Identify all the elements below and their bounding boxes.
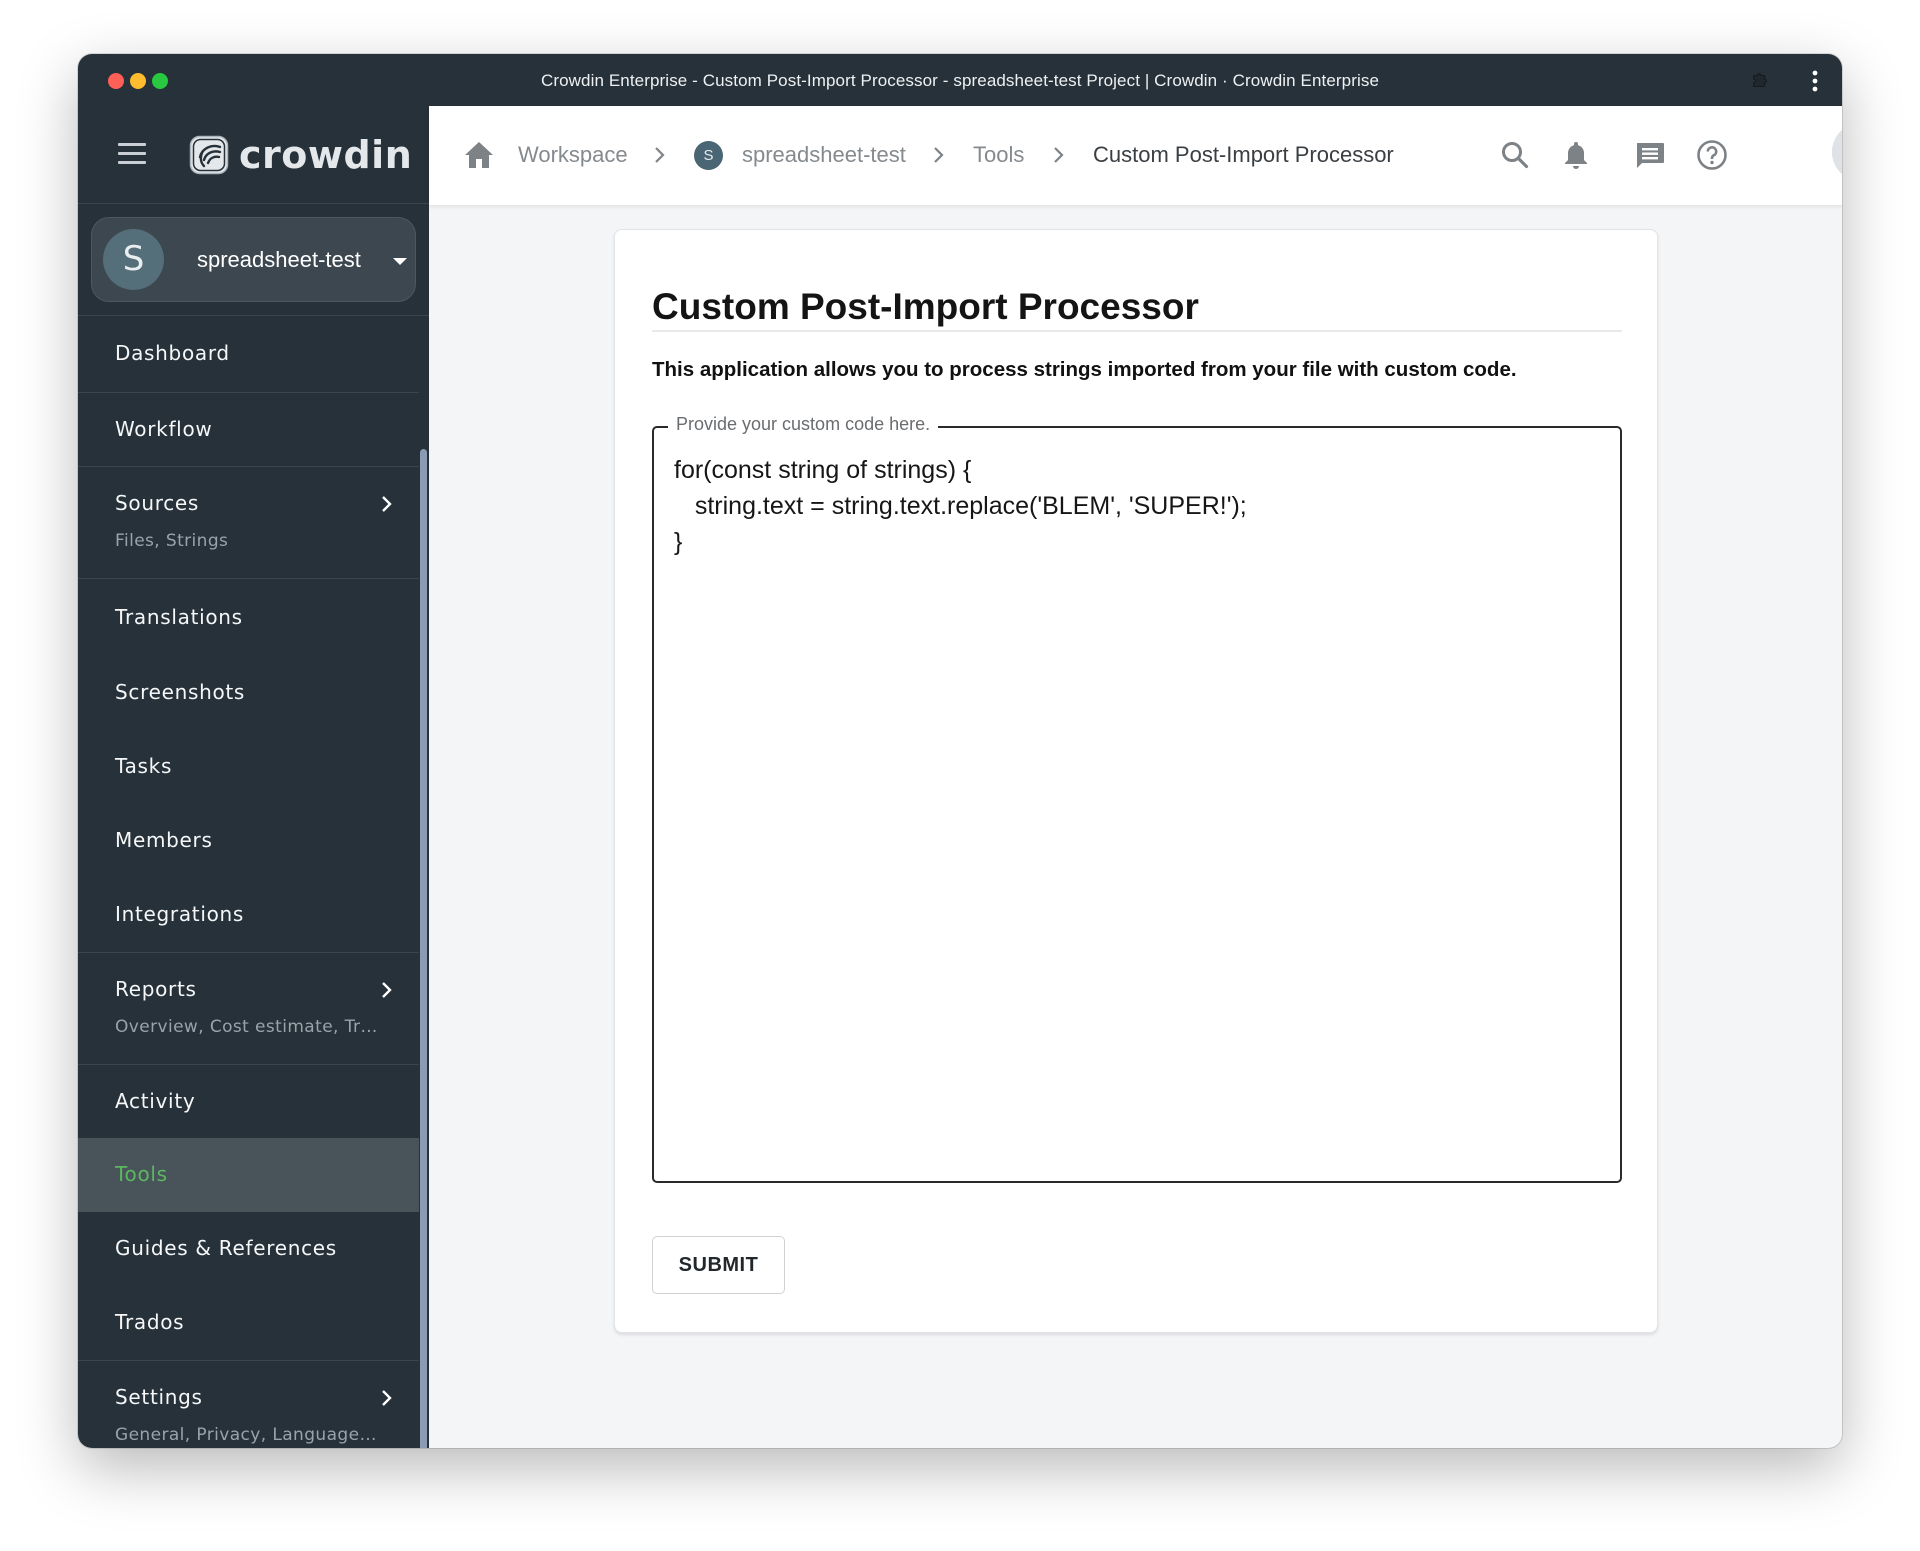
sidebar-header: crowdin xyxy=(78,106,429,204)
crowdin-logo-icon xyxy=(189,135,229,175)
sidebar-item-label: Guides & References xyxy=(115,1236,337,1260)
sidebar-item-screenshots[interactable]: Screenshots xyxy=(78,656,419,730)
window-title: Crowdin Enterprise - Custom Post-Import … xyxy=(540,71,1379,90)
home-icon[interactable] xyxy=(463,140,495,170)
project-avatar-small: S xyxy=(694,141,723,170)
user-avatar[interactable] xyxy=(1832,123,1842,181)
sidebar-item-label: Tasks xyxy=(115,754,173,778)
sidebar-item-tasks[interactable]: Tasks xyxy=(78,730,419,804)
sidebar-item-label: Activity xyxy=(115,1089,196,1113)
sidebar-item-workflow[interactable]: Workflow xyxy=(78,392,419,466)
sidebar-item-settings[interactable]: Settings General, Privacy, Languages, Im… xyxy=(78,1360,419,1448)
sidebar-item-reports[interactable]: Reports Overview, Cost estimate, Transla… xyxy=(78,952,419,1064)
sidebar: crowdin S spreadsheet-test Dashboard Wor… xyxy=(78,106,429,1448)
extension-puzzle-icon[interactable] xyxy=(1750,70,1772,92)
sidebar-item-label: Tools xyxy=(115,1162,168,1186)
chevron-right-icon xyxy=(1054,147,1064,163)
chevron-right-icon xyxy=(382,982,392,998)
sidebar-item-trados[interactable]: Trados xyxy=(78,1286,419,1360)
sidebar-item-label: Workflow xyxy=(115,417,213,441)
sidebar-item-label: Reports xyxy=(115,977,197,1001)
chat-icon[interactable] xyxy=(1634,139,1666,171)
menu-toggle-icon[interactable] xyxy=(118,143,146,165)
bell-icon[interactable] xyxy=(1560,139,1592,171)
logo-text: crowdin xyxy=(239,133,413,177)
chevron-right-icon xyxy=(382,496,392,512)
sidebar-item-subtitle: Overview, Cost estimate, Translation cos… xyxy=(115,1017,385,1037)
sidebar-scrollbar[interactable] xyxy=(420,449,427,1448)
help-icon[interactable] xyxy=(1696,139,1728,171)
sidebar-item-dashboard[interactable]: Dashboard xyxy=(78,316,419,392)
top-header: Workspace S spreadsheet-test Tools Custo… xyxy=(429,106,1842,205)
project-avatar: S xyxy=(103,229,164,290)
sidebar-nav: Dashboard Workflow Sources Files, String… xyxy=(78,316,419,1448)
breadcrumb-workspace[interactable]: Workspace xyxy=(518,142,628,168)
sidebar-item-label: Sources xyxy=(115,491,200,515)
sidebar-item-label: Dashboard xyxy=(115,341,230,365)
search-icon[interactable] xyxy=(1499,139,1531,171)
processor-card: Custom Post-Import Processor This applic… xyxy=(614,229,1658,1333)
project-selector[interactable]: S spreadsheet-test xyxy=(91,217,416,302)
sidebar-item-label: Integrations xyxy=(115,902,245,926)
sidebar-item-integrations[interactable]: Integrations xyxy=(78,878,419,952)
sidebar-item-tools[interactable]: Tools xyxy=(78,1138,419,1212)
sidebar-item-label: Screenshots xyxy=(115,680,246,704)
crowdin-logo[interactable]: crowdin xyxy=(189,135,412,175)
custom-code-field: Provide your custom code here. xyxy=(652,414,1622,1183)
page-title: Custom Post-Import Processor xyxy=(652,286,1199,327)
browser-window: Crowdin Enterprise - Custom Post-Import … xyxy=(78,54,1842,1448)
title-bar: Crowdin Enterprise - Custom Post-Import … xyxy=(78,54,1842,106)
sidebar-item-sources[interactable]: Sources Files, Strings xyxy=(78,466,419,578)
project-name: spreadsheet-test xyxy=(197,247,361,272)
sidebar-item-subtitle: Files, Strings xyxy=(115,531,229,551)
page-description: This application allows you to process s… xyxy=(652,358,1517,381)
sidebar-item-subtitle: General, Privacy, Languages, Import, Exp… xyxy=(115,1425,385,1445)
sidebar-item-label: Settings xyxy=(115,1385,203,1409)
sidebar-item-translations[interactable]: Translations xyxy=(78,578,419,656)
sidebar-item-guides-references[interactable]: Guides & References xyxy=(78,1212,419,1286)
breadcrumb-current: Custom Post-Import Processor xyxy=(1093,142,1394,167)
breadcrumb-project[interactable]: spreadsheet-test xyxy=(742,142,906,168)
caret-down-icon xyxy=(393,258,407,265)
title-divider xyxy=(652,330,1622,332)
sidebar-item-label: Translations xyxy=(115,605,243,629)
sidebar-item-activity[interactable]: Activity xyxy=(78,1064,419,1138)
sidebar-item-members[interactable]: Members xyxy=(78,804,419,878)
breadcrumb-tools[interactable]: Tools xyxy=(973,142,1024,168)
chevron-right-icon xyxy=(382,1390,392,1406)
code-field-label: Provide your custom code here. xyxy=(668,414,939,435)
user-photo-icon xyxy=(1832,123,1842,181)
more-options-icon[interactable] xyxy=(1806,68,1824,94)
custom-code-input[interactable] xyxy=(674,452,1606,1167)
sidebar-item-label: Trados xyxy=(115,1310,185,1334)
chevron-right-icon xyxy=(934,147,944,163)
submit-button[interactable]: SUBMIT xyxy=(652,1236,785,1294)
chevron-right-icon xyxy=(655,147,665,163)
sidebar-item-label: Members xyxy=(115,828,213,852)
